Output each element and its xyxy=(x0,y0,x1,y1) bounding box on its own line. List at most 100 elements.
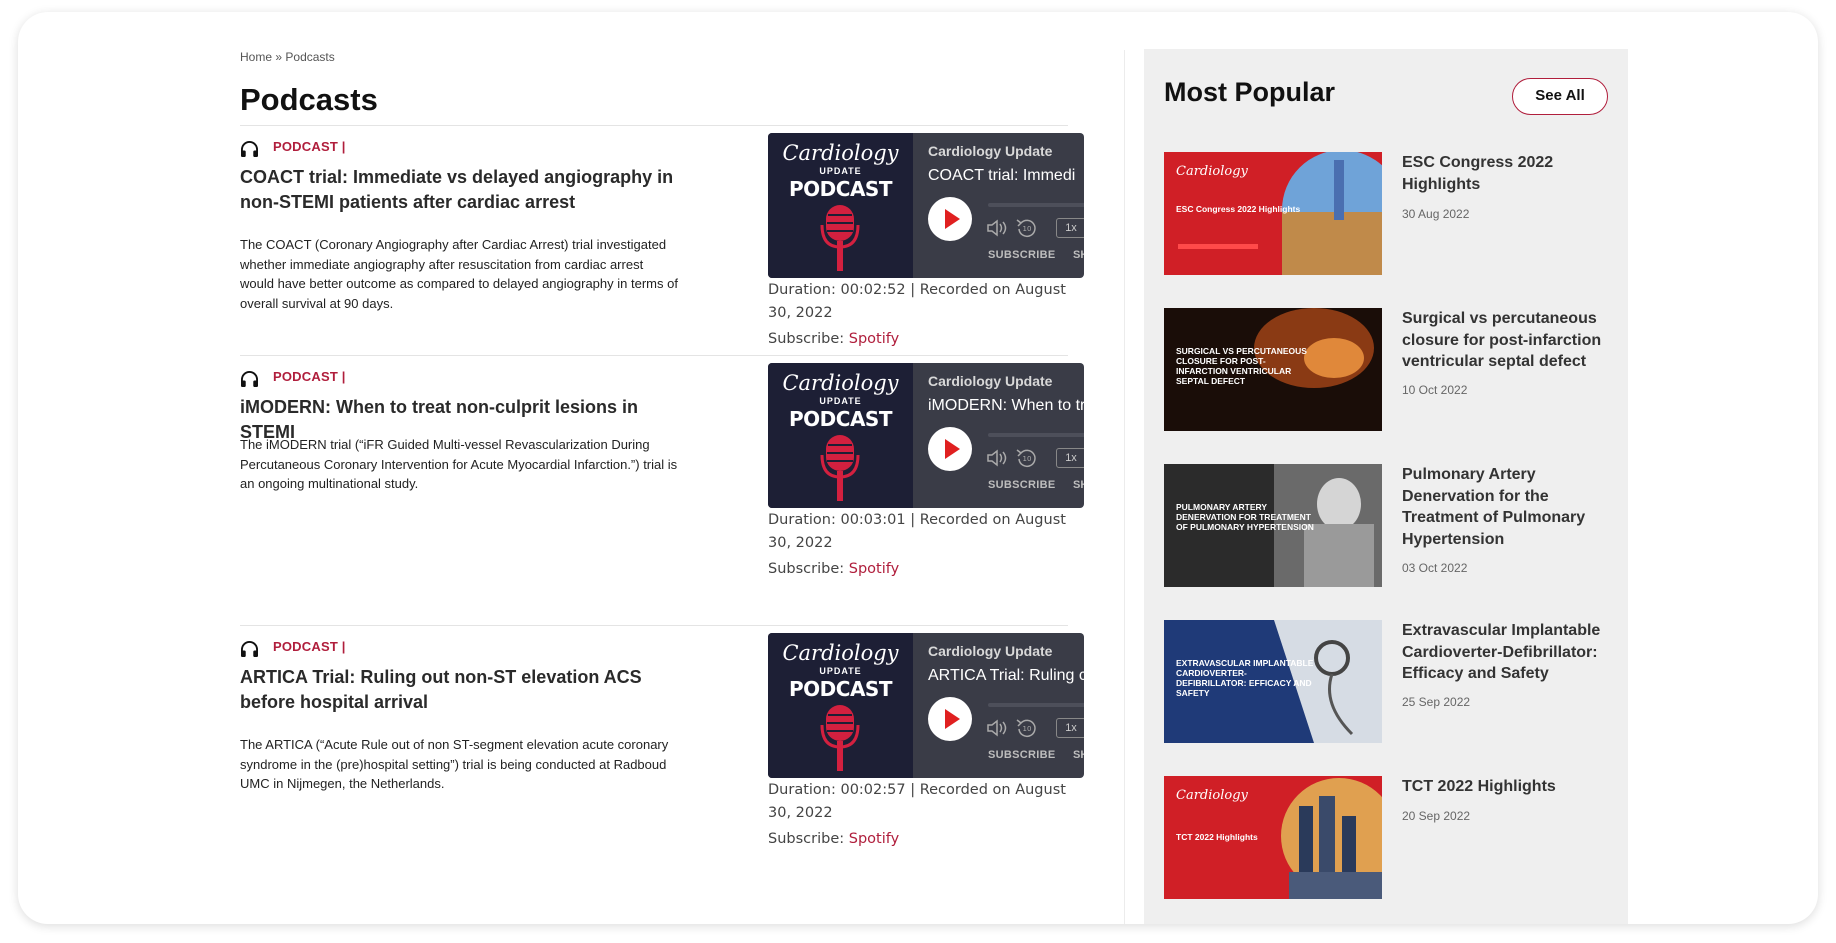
thumbnail-caption: ESC Congress 2022 Highlights xyxy=(1176,204,1301,214)
podcast-tag[interactable]: PODCAST | xyxy=(273,639,346,654)
speed-button[interactable]: 1x xyxy=(1056,448,1084,468)
subscribe-label: Subscribe: xyxy=(768,831,845,847)
play-button[interactable] xyxy=(928,427,972,471)
popular-item-title[interactable]: TCT 2022 Highlights xyxy=(1402,776,1612,798)
podcast-cover-art: Cardiology UPDATE PODCAST xyxy=(768,633,913,778)
tag-separator: | xyxy=(341,139,346,154)
spotify-link[interactable]: Spotify xyxy=(849,831,899,847)
podcast-tag-label[interactable]: PODCAST xyxy=(273,639,338,654)
player-subscribe-button[interactable]: SUBSCRIBE xyxy=(988,749,1056,761)
art-label: PODCAST xyxy=(789,677,892,701)
popular-item[interactable]: PULMONARY ARTERY DENERVATION FOR TREATME… xyxy=(1164,464,1624,588)
thumbnail-image[interactable]: SURGICAL VS PERCUTANEOUS CLOSURE FOR POS… xyxy=(1164,308,1382,431)
subscribe-label: Subscribe: xyxy=(768,331,845,347)
thumbnail-image[interactable]: Cardiology ESC Congress 2022 Highlights xyxy=(1164,152,1382,275)
spotify-link[interactable]: Spotify xyxy=(849,561,899,577)
popular-item[interactable]: SURGICAL VS PERCUTANEOUS CLOSURE FOR POS… xyxy=(1164,308,1624,432)
podcast-cover-art: Cardiology UPDATE PODCAST xyxy=(768,133,913,278)
player-brand: Cardiology Update xyxy=(928,373,1053,389)
breadcrumb-home[interactable]: Home xyxy=(240,50,272,64)
duration-line: Duration: 00:03:01 | Recorded on August … xyxy=(768,512,1066,551)
thumbnail-logo: Cardiology xyxy=(1176,788,1248,803)
thumbnail-image[interactable]: PULMONARY ARTERY DENERVATION FOR TREATME… xyxy=(1164,464,1382,587)
podcast-tag[interactable]: PODCAST | xyxy=(273,139,346,154)
subscribe-label: Subscribe: xyxy=(768,561,845,577)
podcast-tag-label[interactable]: PODCAST xyxy=(273,369,338,384)
player-subscribe-button[interactable]: SUBSCRIBE xyxy=(988,249,1056,261)
subscribe-line: Subscribe: Spotify xyxy=(768,831,899,847)
popular-item-date: 10 Oct 2022 xyxy=(1402,383,1468,397)
player-episode-title: COACT trial: Immedi xyxy=(928,167,1076,184)
podcast-title[interactable]: COACT trial: Immediate vs delayed angiog… xyxy=(240,165,690,215)
popular-item-date: 30 Aug 2022 xyxy=(1402,207,1470,221)
player-share-button[interactable]: SH xyxy=(1073,479,1084,491)
thumbnail-logo: Cardiology xyxy=(1176,164,1248,179)
item-divider xyxy=(240,355,1068,356)
rewind-10-icon[interactable]: 10 xyxy=(1016,717,1038,739)
headphones-icon xyxy=(241,141,258,158)
subscribe-line: Subscribe: Spotify xyxy=(768,561,899,577)
player-brand: Cardiology Update xyxy=(928,643,1053,659)
play-button[interactable] xyxy=(928,197,972,241)
player-subscribe-button[interactable]: SUBSCRIBE xyxy=(988,479,1056,491)
breadcrumb-separator: » xyxy=(275,50,283,64)
speed-button[interactable]: 1x xyxy=(1056,718,1084,738)
breadcrumb-current: Podcasts xyxy=(285,50,335,64)
player-share-button[interactable]: SH xyxy=(1073,749,1084,761)
podcast-item: PODCAST | iMODERN: When to treat non-cul… xyxy=(240,355,1084,625)
popular-item[interactable]: Cardiology TCT 2022 Highlights TCT 2022 … xyxy=(1164,776,1624,900)
podcast-description: The iMODERN trial (“iFR Guided Multi-ves… xyxy=(240,437,678,491)
volume-icon[interactable] xyxy=(986,719,1008,737)
svg-text:10: 10 xyxy=(1023,455,1032,463)
art-sub: UPDATE xyxy=(819,666,862,676)
popular-item[interactable]: Cardiology ESC Congress 2022 Highlights … xyxy=(1164,152,1624,276)
podcast-description: The ARTICA (“Acute Rule out of non ST-se… xyxy=(240,737,669,791)
thumbnail-image[interactable]: EXTRAVASCULAR IMPLANTABLE CARDIOVERTER-D… xyxy=(1164,620,1382,743)
podcast-tag-label[interactable]: PODCAST xyxy=(273,139,338,154)
thumbnail-image[interactable]: Cardiology TCT 2022 Highlights xyxy=(1164,776,1382,899)
podcast-title[interactable]: ARTICA Trial: Ruling out non-ST elevatio… xyxy=(240,665,690,715)
progress-track[interactable] xyxy=(988,703,1084,707)
speed-button[interactable]: 1x xyxy=(1056,218,1084,238)
popular-item-title[interactable]: ESC Congress 2022 Highlights xyxy=(1402,152,1612,195)
art-sub: UPDATE xyxy=(819,396,862,406)
microphone-icon xyxy=(820,435,860,501)
podcast-player[interactable]: Cardiology UPDATE PODCAST Cardiology Upd… xyxy=(768,363,1084,508)
podcast-item: PODCAST | ARTICA Trial: Ruling out non-S… xyxy=(240,625,1084,895)
headphones-icon xyxy=(241,641,258,658)
player-share-button[interactable]: SH xyxy=(1073,249,1084,261)
thumbnail-caption: EXTRAVASCULAR IMPLANTABLE CARDIOVERTER-D… xyxy=(1176,658,1314,698)
art-logo: Cardiology xyxy=(782,371,899,395)
art-sub: UPDATE xyxy=(819,166,862,176)
most-popular-sidebar: Most Popular See All Cardiology ESC Cong… xyxy=(1144,49,1628,924)
podcast-player[interactable]: Cardiology UPDATE PODCAST Cardiology Upd… xyxy=(768,133,1084,278)
progress-track[interactable] xyxy=(988,433,1084,437)
spotify-link[interactable]: Spotify xyxy=(849,331,899,347)
svg-text:10: 10 xyxy=(1023,225,1032,233)
volume-icon[interactable] xyxy=(986,219,1008,237)
breadcrumb: Home » Podcasts xyxy=(240,50,335,64)
page-frame: Home » Podcasts Podcasts PODCAST | COACT… xyxy=(18,12,1818,924)
popular-item-date: 25 Sep 2022 xyxy=(1402,695,1471,709)
progress-track[interactable] xyxy=(988,203,1084,207)
popular-item-title[interactable]: Surgical vs percutaneous closure for pos… xyxy=(1402,308,1612,373)
see-all-button[interactable]: See All xyxy=(1512,78,1608,115)
popular-item-title[interactable]: Extravascular Implantable Cardioverter-D… xyxy=(1402,620,1612,685)
play-button[interactable] xyxy=(928,697,972,741)
rewind-10-icon[interactable]: 10 xyxy=(1016,447,1038,469)
popular-item-date: 20 Sep 2022 xyxy=(1402,809,1471,823)
rewind-10-icon[interactable]: 10 xyxy=(1016,217,1038,239)
duration-line: Duration: 00:02:52 | Recorded on August … xyxy=(768,282,1066,321)
popular-item-date: 03 Oct 2022 xyxy=(1402,561,1468,575)
player-episode-title: iMODERN: When to tr xyxy=(928,397,1084,414)
player-brand: Cardiology Update xyxy=(928,143,1053,159)
podcast-tag[interactable]: PODCAST | xyxy=(273,369,346,384)
player-episode-title: ARTICA Trial: Ruling c xyxy=(928,667,1084,684)
column-divider xyxy=(1124,50,1125,924)
subscribe-line: Subscribe: Spotify xyxy=(768,331,899,347)
popular-item[interactable]: EXTRAVASCULAR IMPLANTABLE CARDIOVERTER-D… xyxy=(1164,620,1624,744)
duration-line: Duration: 00:02:57 | Recorded on August … xyxy=(768,782,1066,821)
podcast-player[interactable]: Cardiology UPDATE PODCAST Cardiology Upd… xyxy=(768,633,1084,778)
popular-item-title[interactable]: Pulmonary Artery Denervation for the Tre… xyxy=(1402,464,1612,550)
volume-icon[interactable] xyxy=(986,449,1008,467)
